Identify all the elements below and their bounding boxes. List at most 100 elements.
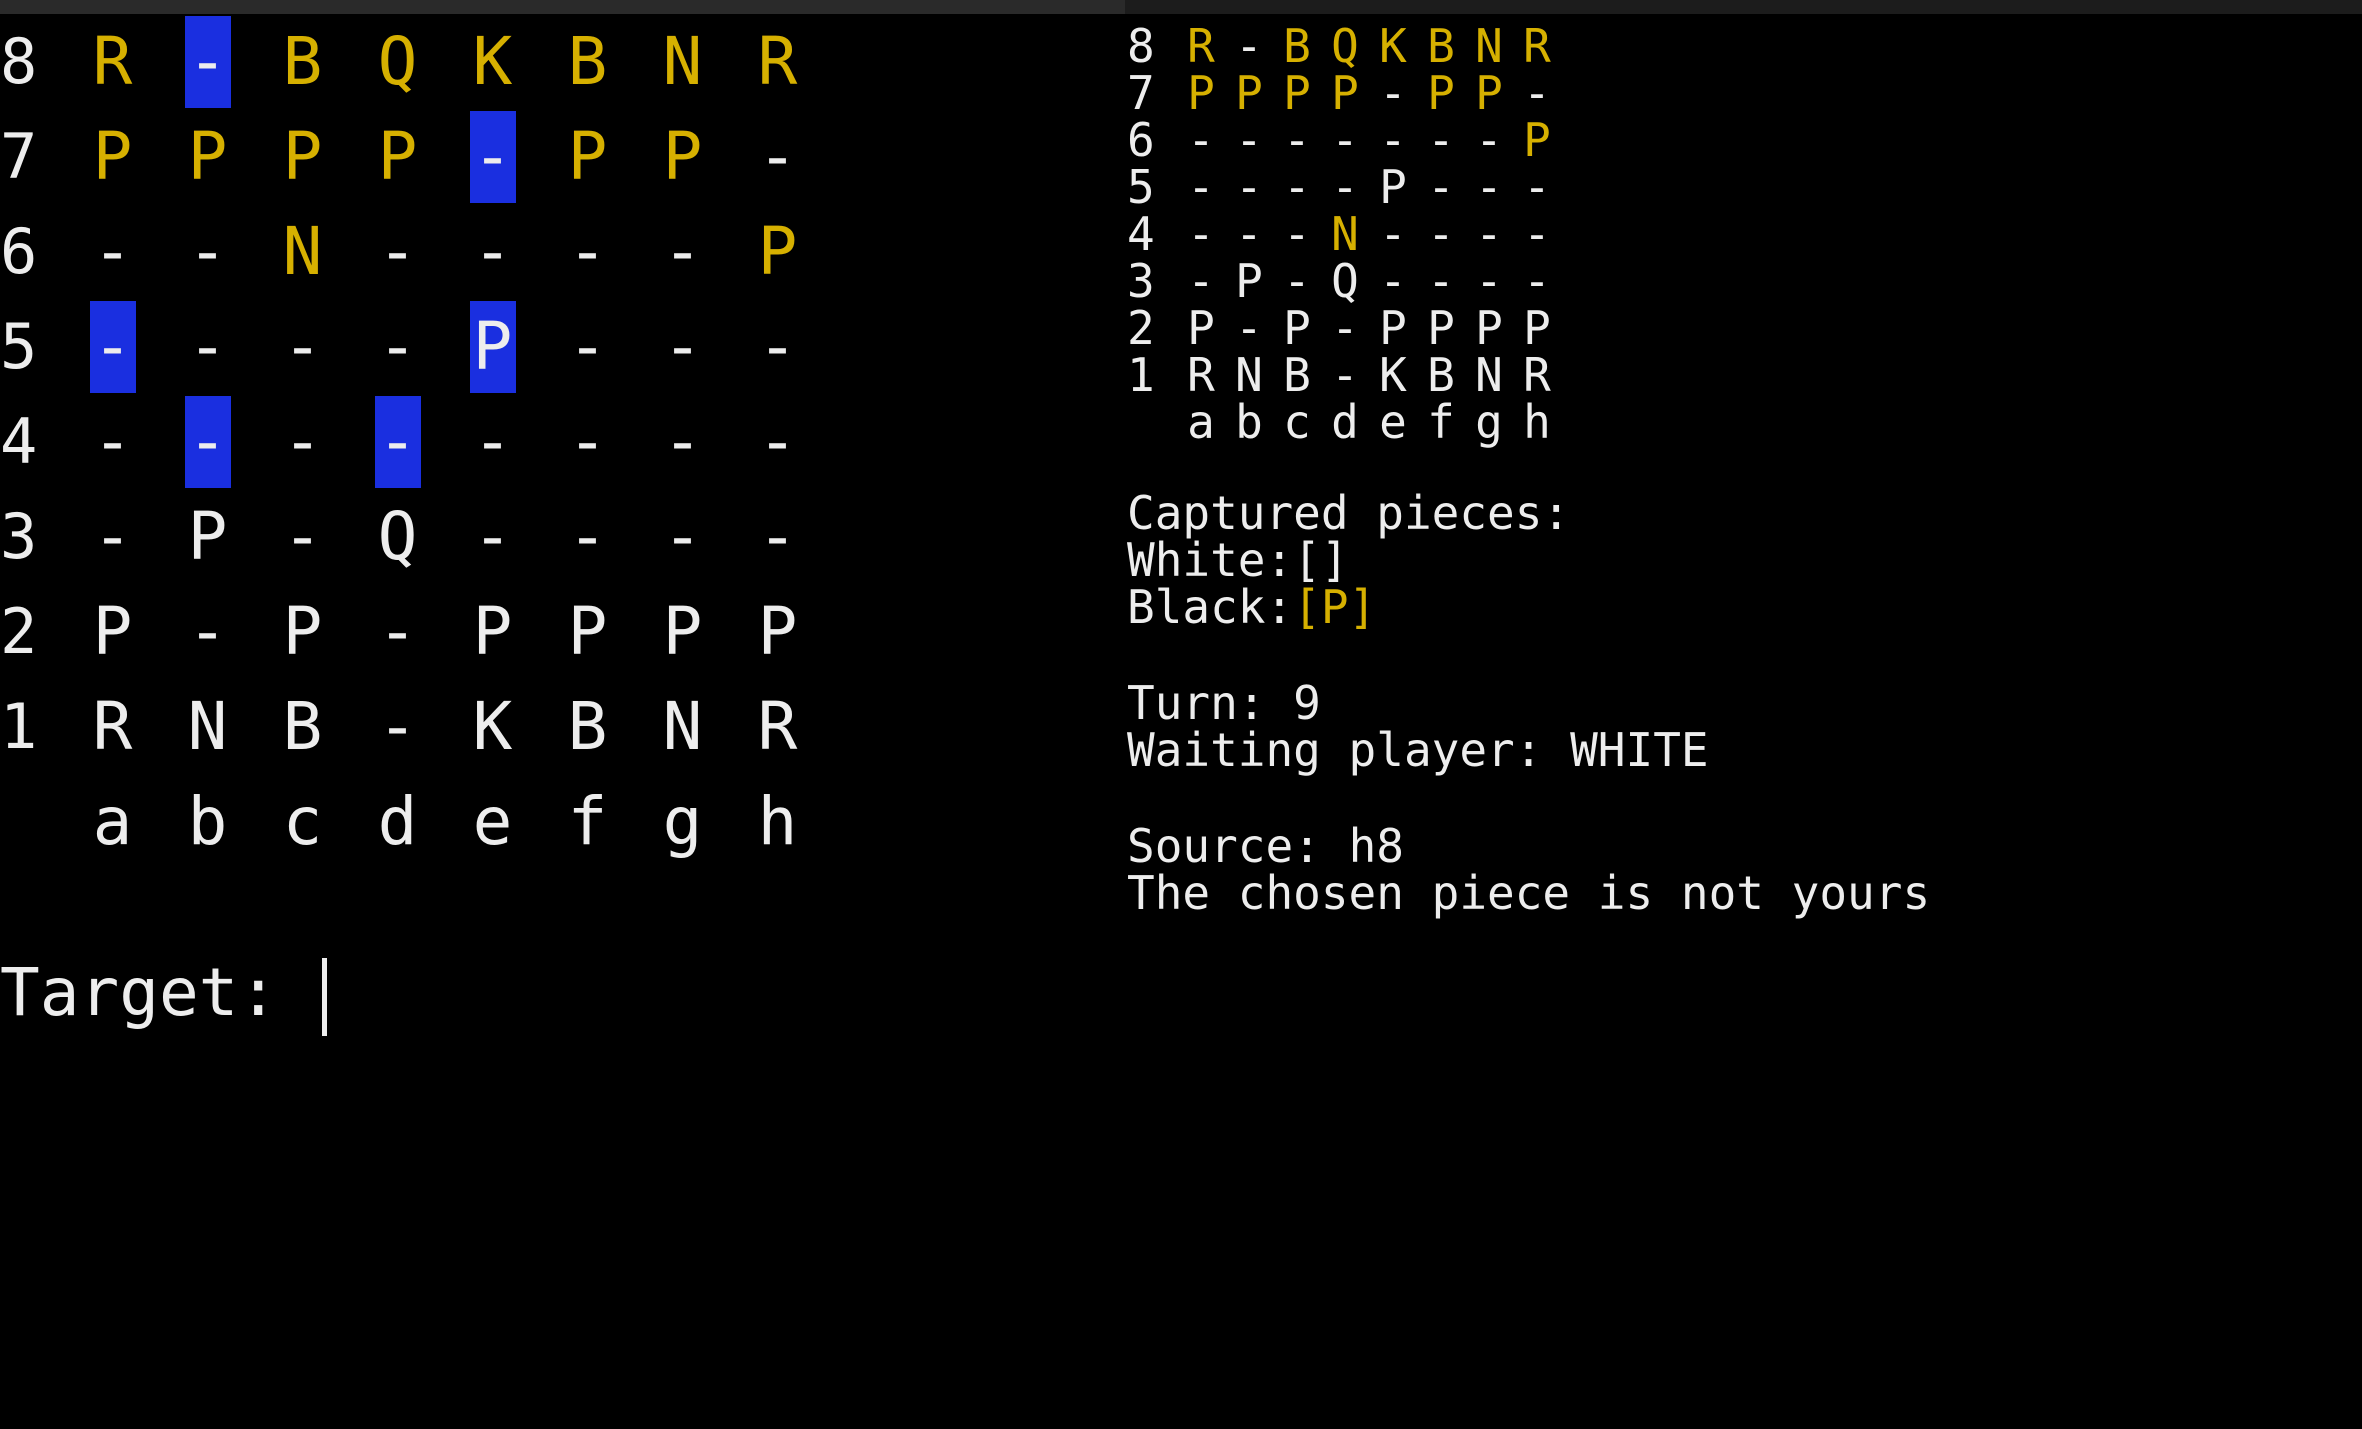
- left-board-square-b8[interactable]: -: [160, 14, 255, 109]
- left-board-square-h8[interactable]: R: [730, 14, 825, 109]
- right-board-square-b6[interactable]: -: [1225, 113, 1273, 167]
- left-board-square-b4[interactable]: -: [160, 394, 255, 489]
- left-board-square-g1[interactable]: N: [635, 679, 730, 774]
- left-board-square-g6[interactable]: -: [635, 204, 730, 299]
- left-board-square-g3[interactable]: -: [635, 489, 730, 584]
- left-board-square-e6[interactable]: -: [445, 204, 540, 299]
- right-board-square-f6[interactable]: -: [1417, 113, 1465, 167]
- right-board-square-d1[interactable]: -: [1321, 348, 1369, 402]
- left-board-square-h2[interactable]: P: [730, 584, 825, 679]
- left-board-square-a1[interactable]: R: [65, 679, 160, 774]
- left-board-square-b1[interactable]: N: [160, 679, 255, 774]
- left-board-square-f4[interactable]: -: [540, 394, 635, 489]
- left-board-square-d7[interactable]: P: [350, 109, 445, 204]
- left-board-square-e4[interactable]: -: [445, 394, 540, 489]
- right-board-square-g5[interactable]: -: [1465, 160, 1513, 214]
- right-board-square-f5[interactable]: -: [1417, 160, 1465, 214]
- right-board-square-d8[interactable]: Q: [1321, 19, 1369, 73]
- left-board-square-f6[interactable]: -: [540, 204, 635, 299]
- left-board-square-h6[interactable]: P: [730, 204, 825, 299]
- right-board-square-g4[interactable]: -: [1465, 207, 1513, 261]
- left-board-square-b3[interactable]: P: [160, 489, 255, 584]
- left-board-square-a6[interactable]: -: [65, 204, 160, 299]
- right-board-square-f8[interactable]: B: [1417, 19, 1465, 73]
- left-board-square-d4[interactable]: -: [350, 394, 445, 489]
- left-board-square-c7[interactable]: P: [255, 109, 350, 204]
- left-board-square-f2[interactable]: P: [540, 584, 635, 679]
- left-board-square-b7[interactable]: P: [160, 109, 255, 204]
- left-board-square-h3[interactable]: -: [730, 489, 825, 584]
- right-board-square-d2[interactable]: -: [1321, 301, 1369, 355]
- left-board-square-g4[interactable]: -: [635, 394, 730, 489]
- right-board-square-h1[interactable]: R: [1513, 348, 1561, 402]
- left-board-square-d8[interactable]: Q: [350, 14, 445, 109]
- left-board-square-f5[interactable]: -: [540, 299, 635, 394]
- right-board-square-e4[interactable]: -: [1369, 207, 1417, 261]
- right-board-square-a4[interactable]: -: [1177, 207, 1225, 261]
- right-board-square-e3[interactable]: -: [1369, 254, 1417, 308]
- right-board-square-h2[interactable]: P: [1513, 301, 1561, 355]
- right-board-square-b8[interactable]: -: [1225, 19, 1273, 73]
- left-board-square-e2[interactable]: P: [445, 584, 540, 679]
- left-board-square-f7[interactable]: P: [540, 109, 635, 204]
- right-board-square-f7[interactable]: P: [1417, 66, 1465, 120]
- left-board-square-a5[interactable]: -: [65, 299, 160, 394]
- right-board-square-h3[interactable]: -: [1513, 254, 1561, 308]
- right-board-square-e2[interactable]: P: [1369, 301, 1417, 355]
- right-board-square-h6[interactable]: P: [1513, 113, 1561, 167]
- right-board-square-b7[interactable]: P: [1225, 66, 1273, 120]
- right-board-square-a5[interactable]: -: [1177, 160, 1225, 214]
- left-terminal-pane[interactable]: 8R-BQKBNR7PPPP-PP-6--N----P5----P---4---…: [0, 14, 1125, 1429]
- left-board-square-h5[interactable]: -: [730, 299, 825, 394]
- right-board-square-f3[interactable]: -: [1417, 254, 1465, 308]
- right-board-square-f1[interactable]: B: [1417, 348, 1465, 402]
- left-board-square-e7[interactable]: -: [445, 109, 540, 204]
- left-board-square-f1[interactable]: B: [540, 679, 635, 774]
- right-board-square-b2[interactable]: -: [1225, 301, 1273, 355]
- left-board-square-g5[interactable]: -: [635, 299, 730, 394]
- left-board-square-a8[interactable]: R: [65, 14, 160, 109]
- right-board-square-g8[interactable]: N: [1465, 19, 1513, 73]
- left-board-square-e1[interactable]: K: [445, 679, 540, 774]
- right-board-square-d5[interactable]: -: [1321, 160, 1369, 214]
- left-board-square-d5[interactable]: -: [350, 299, 445, 394]
- right-terminal-pane[interactable]: 8R-BQKBNR7PPPP-PP-6-------P5----P---4---…: [1125, 14, 2362, 1429]
- left-board-square-c2[interactable]: P: [255, 584, 350, 679]
- left-board-square-h4[interactable]: -: [730, 394, 825, 489]
- right-board-square-f2[interactable]: P: [1417, 301, 1465, 355]
- right-board-square-h7[interactable]: -: [1513, 66, 1561, 120]
- left-board-square-a3[interactable]: -: [65, 489, 160, 584]
- left-board-square-c5[interactable]: -: [255, 299, 350, 394]
- right-board-square-e8[interactable]: K: [1369, 19, 1417, 73]
- left-board-square-g2[interactable]: P: [635, 584, 730, 679]
- right-board-square-c6[interactable]: -: [1273, 113, 1321, 167]
- right-board-square-d6[interactable]: -: [1321, 113, 1369, 167]
- left-board-square-b6[interactable]: -: [160, 204, 255, 299]
- left-board-square-c3[interactable]: -: [255, 489, 350, 584]
- right-board-square-h5[interactable]: -: [1513, 160, 1561, 214]
- right-board-square-d4[interactable]: N: [1321, 207, 1369, 261]
- right-board-square-b4[interactable]: -: [1225, 207, 1273, 261]
- right-board-square-g2[interactable]: P: [1465, 301, 1513, 355]
- right-board-square-f4[interactable]: -: [1417, 207, 1465, 261]
- left-board-square-a2[interactable]: P: [65, 584, 160, 679]
- left-board-square-c1[interactable]: B: [255, 679, 350, 774]
- left-board-square-c4[interactable]: -: [255, 394, 350, 489]
- right-board-square-g7[interactable]: P: [1465, 66, 1513, 120]
- right-board-square-a2[interactable]: P: [1177, 301, 1225, 355]
- right-board-square-g6[interactable]: -: [1465, 113, 1513, 167]
- left-board-square-g8[interactable]: N: [635, 14, 730, 109]
- right-board-square-a8[interactable]: R: [1177, 19, 1225, 73]
- left-board-square-d6[interactable]: -: [350, 204, 445, 299]
- right-board-square-e1[interactable]: K: [1369, 348, 1417, 402]
- left-board-square-e8[interactable]: K: [445, 14, 540, 109]
- right-board-square-a3[interactable]: -: [1177, 254, 1225, 308]
- right-board-square-c5[interactable]: -: [1273, 160, 1321, 214]
- right-board-square-c4[interactable]: -: [1273, 207, 1321, 261]
- right-board-square-c3[interactable]: -: [1273, 254, 1321, 308]
- left-board-square-h1[interactable]: R: [730, 679, 825, 774]
- left-board-square-c6[interactable]: N: [255, 204, 350, 299]
- right-board-square-a6[interactable]: -: [1177, 113, 1225, 167]
- right-board-square-e6[interactable]: -: [1369, 113, 1417, 167]
- right-board-square-d7[interactable]: P: [1321, 66, 1369, 120]
